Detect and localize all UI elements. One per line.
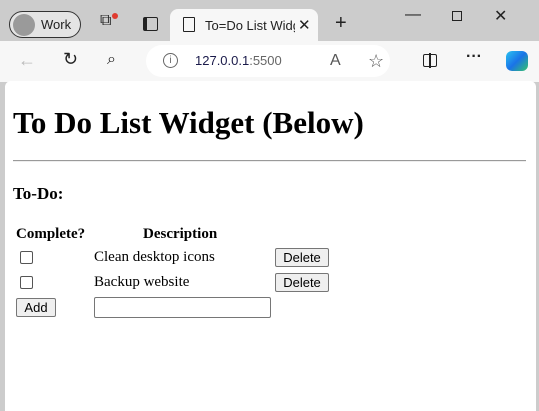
tab-bar: Work ⧉ To=Do List Widget (Below) ✕ + — ✕	[0, 0, 539, 42]
section-title: To-Do:	[13, 184, 64, 203]
delete-button[interactable]: Delete	[275, 248, 329, 267]
complete-checkbox[interactable]	[20, 276, 33, 289]
profile-button[interactable]: Work	[9, 11, 81, 38]
close-window-icon[interactable]: ✕	[494, 6, 507, 26]
page-content: To Do List Widget (Below) To-Do: Complet…	[5, 81, 536, 411]
profile-label: Work	[41, 17, 72, 32]
copilot-icon[interactable]	[506, 51, 528, 71]
minimize-icon[interactable]: —	[405, 6, 421, 24]
add-button[interactable]: Add	[16, 298, 56, 317]
tab-title: To=Do List Widget (Below)	[205, 18, 295, 33]
tab-actions-icon[interactable]	[143, 17, 158, 31]
page-title: To Do List Widget (Below)	[13, 105, 364, 140]
avatar-icon	[13, 14, 35, 36]
close-tab-icon[interactable]: ✕	[298, 16, 311, 34]
favorite-star-icon[interactable]: ☆	[368, 51, 384, 72]
new-tab-icon[interactable]: +	[335, 12, 347, 35]
address-bar[interactable]: i 127.0.0.1:5500 A ☆	[146, 45, 390, 77]
split-screen-icon[interactable]	[423, 53, 437, 68]
info-icon[interactable]: i	[163, 53, 178, 68]
new-item-input[interactable]	[94, 297, 271, 318]
url-host: 127.0.0.1	[195, 53, 250, 68]
refresh-icon[interactable]: ↻	[63, 49, 78, 70]
read-aloud-icon[interactable]: A	[330, 52, 341, 70]
url-port: :5500	[249, 53, 282, 68]
column-header-complete: Complete?	[16, 226, 86, 242]
column-header-description: Description	[143, 226, 218, 242]
divider	[13, 160, 526, 162]
page-icon	[183, 17, 195, 32]
back-icon[interactable]: ←	[18, 50, 36, 71]
delete-button[interactable]: Delete	[275, 273, 329, 292]
workspaces-icon[interactable]: ⧉	[100, 12, 118, 30]
item-description: Clean desktop icons	[94, 249, 215, 265]
tab-active[interactable]: To=Do List Widget (Below) ✕	[170, 9, 318, 42]
complete-checkbox[interactable]	[20, 251, 33, 264]
toolbar: ← ↻ ⌕ i 127.0.0.1:5500 A ☆ ···	[0, 41, 539, 82]
more-icon[interactable]: ···	[466, 48, 482, 66]
search-icon[interactable]: ⌕	[107, 51, 116, 69]
item-description: Backup website	[94, 274, 190, 290]
maximize-icon[interactable]	[452, 11, 462, 21]
